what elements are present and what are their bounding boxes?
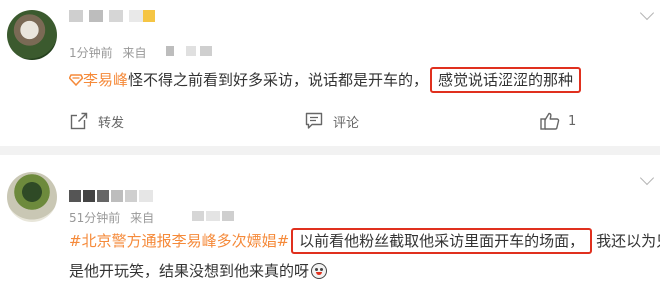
comment-text: #北京警方通报李易峰多次嫖娼#以前看他粉丝截取他采访里面开车的场面，我还以为只 [69, 226, 660, 256]
comment-text-line2: 是他开玩笑，结果没想到他来真的呀 [69, 256, 328, 286]
comment-icon [305, 112, 323, 129]
laughing-face-icon [311, 263, 328, 279]
comment-button[interactable]: 评论 [305, 109, 359, 133]
highlighted-text: 以前看他粉丝截取他采访里面开车的场面， [291, 228, 593, 254]
repost-icon [70, 112, 88, 130]
thumbs-up-icon [540, 112, 560, 130]
action-bar: 转发 评论 1 [0, 109, 660, 133]
comment-text-plain: 是他开玩笑，结果没想到他来真的呀 [69, 262, 310, 280]
topic-tag-label: 李易峰 [83, 71, 129, 89]
username-blurred[interactable] [69, 10, 157, 22]
repost-label: 转发 [98, 115, 125, 131]
topic-tag[interactable]: 李易峰 [68, 71, 129, 89]
comment-meta: 1分钟前 来自 [69, 44, 152, 61]
comment-source-label: 来自 [130, 211, 155, 225]
comment-card-1: 1分钟前 来自 李易峰怪不得之前看到好多采访，说话都是开车的， 感觉说话涩涩的那种… [0, 0, 660, 146]
username-blurred[interactable] [69, 190, 179, 202]
comment-meta: 51分钟前 来自 [69, 209, 160, 226]
source-blurred [166, 46, 216, 56]
like-count: 1 [568, 113, 577, 129]
comment-label: 评论 [333, 115, 360, 131]
avatar[interactable] [7, 172, 57, 222]
comment-source-label: 来自 [122, 46, 147, 60]
comment-text-plain: 怪不得之前看到好多采访，说话都是开车的， [128, 71, 429, 89]
repost-button[interactable]: 转发 [70, 109, 124, 133]
highlighted-text: 感觉说话涩涩的那种 [430, 67, 582, 93]
comment-text-plain: 我还以为只 [596, 232, 660, 250]
comment-text: 李易峰怪不得之前看到好多采访，说话都是开车的， 感觉说话涩涩的那种 [68, 65, 582, 95]
topic-tag[interactable]: #北京警方通报李易峰多次嫖娼# [69, 232, 289, 250]
like-button[interactable]: 1 [540, 109, 576, 133]
chevron-down-icon[interactable] [639, 170, 655, 186]
comment-card-2: 51分钟前 来自 #北京警方通报李易峰多次嫖娼# 以前看他粉丝截取他采访里面开车的… [0, 155, 660, 293]
chevron-down-icon[interactable] [639, 5, 655, 21]
hashtag-diamond-icon [68, 74, 84, 87]
section-divider [0, 146, 660, 155]
avatar[interactable] [7, 10, 57, 60]
comment-time: 51分钟前 [69, 211, 121, 225]
comment-time: 1分钟前 [69, 46, 113, 60]
source-blurred [192, 211, 236, 221]
